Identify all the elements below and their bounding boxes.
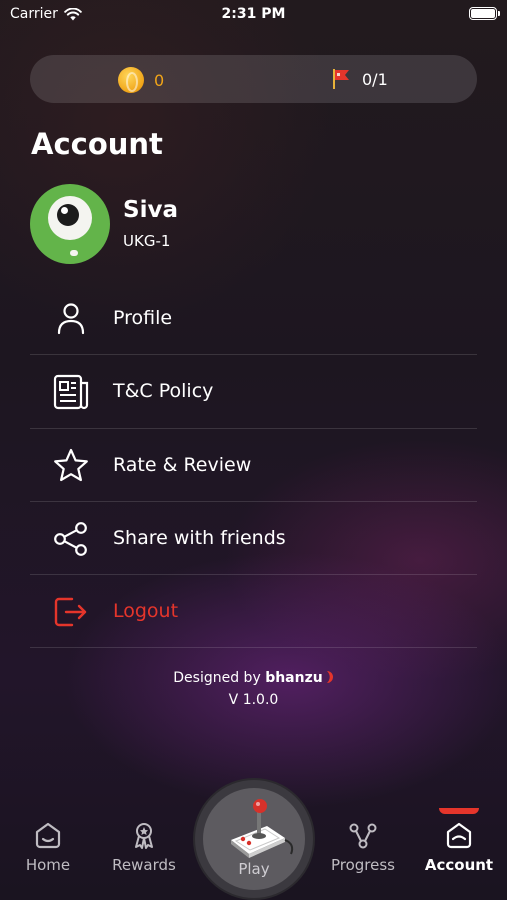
stats-bar: 0 0/1 — [30, 55, 477, 103]
battery-icon — [469, 7, 500, 20]
avatar-mouth — [70, 250, 78, 256]
tab-rewards[interactable]: Rewards — [99, 820, 189, 885]
menu-label-logout: Logout — [113, 600, 179, 623]
user-name: Siva — [123, 197, 178, 223]
menu-item-tc-policy[interactable]: T&C Policy — [30, 355, 477, 429]
menu-item-rate-review[interactable]: Rate & Review — [30, 429, 477, 502]
account-icon — [446, 822, 472, 849]
coin-counter[interactable]: 0 — [118, 67, 164, 93]
tab-home[interactable]: Home — [3, 820, 93, 885]
avatar-glint — [61, 207, 68, 214]
bottom-tab-bar: Home Rewards Play Progress Account — [0, 778, 507, 900]
progress-icon — [349, 823, 377, 849]
home-icon — [35, 822, 61, 849]
star-icon — [54, 448, 88, 481]
menu-item-logout[interactable]: Logout — [30, 575, 477, 649]
person-icon — [57, 303, 85, 335]
joystick-icon — [231, 799, 294, 858]
tab-account[interactable]: Account — [414, 820, 504, 885]
menu-label-rate-review: Rate & Review — [113, 453, 252, 476]
menu-item-share[interactable]: Share with friends — [30, 502, 477, 576]
menu-item-profile[interactable]: Profile — [30, 282, 477, 356]
status-bar: Carrier 2:31 PM — [0, 0, 507, 28]
brand-name: bhanzu — [265, 670, 323, 686]
menu-label-tc-policy: T&C Policy — [113, 380, 214, 403]
tab-home-label: Home — [25, 856, 71, 874]
designed-by-credit: Designed by bhanzu — [0, 670, 507, 686]
document-icon — [53, 375, 89, 410]
brand-logo-icon — [326, 671, 333, 683]
play-button-inner: Play — [203, 788, 305, 890]
play-button[interactable]: Play — [193, 778, 315, 900]
tab-play-label: Play — [238, 860, 270, 878]
avatar[interactable] — [30, 184, 110, 264]
flag-icon — [333, 69, 349, 89]
user-grade: UKG-1 — [123, 232, 171, 250]
logout-icon — [54, 597, 87, 627]
tab-account-label: Account — [424, 856, 494, 874]
menu-label-profile: Profile — [113, 307, 173, 329]
tab-progress[interactable]: Progress — [318, 820, 408, 885]
menu-label-share: Share with friends — [113, 526, 286, 549]
active-tab-indicator — [439, 808, 479, 814]
designed-by-label: Designed by — [173, 670, 261, 686]
page-title: Account — [31, 127, 163, 161]
share-icon — [54, 521, 87, 556]
flag-count: 0/1 — [362, 69, 388, 89]
rewards-icon — [135, 823, 153, 849]
flag-counter[interactable]: 0/1 — [330, 67, 388, 91]
status-time: 2:31 PM — [221, 6, 286, 22]
app-version: V 1.0.0 — [228, 692, 279, 708]
coin-count: 0 — [154, 70, 165, 90]
coin-icon — [118, 67, 144, 93]
avatar-pupil — [57, 204, 79, 226]
tab-rewards-label: Rewards — [112, 856, 176, 874]
account-menu: Profile T&C Policy Rate & Review Share w… — [30, 282, 477, 649]
tab-progress-label: Progress — [330, 856, 395, 874]
